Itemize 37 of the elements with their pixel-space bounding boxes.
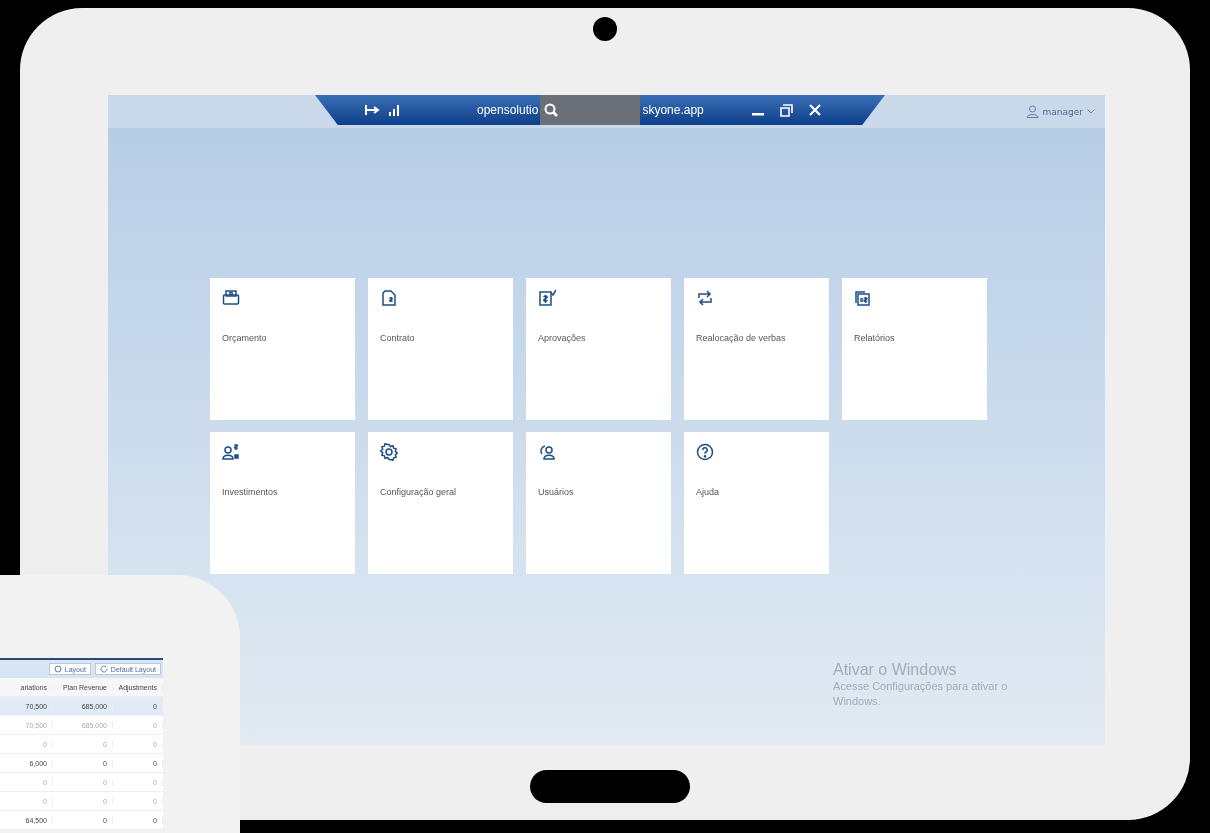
app-tile[interactable]: Relatórios xyxy=(842,278,987,420)
chevron-down-icon xyxy=(1087,109,1095,114)
gear-icon xyxy=(380,443,398,461)
cycle-arrows-icon xyxy=(696,289,714,307)
app-tile[interactable]: Investimentos xyxy=(210,432,355,574)
tile-label: Orçamento xyxy=(222,333,267,343)
zoom-icon[interactable] xyxy=(544,103,559,117)
camera-dot xyxy=(593,17,617,41)
gear-icon xyxy=(53,665,62,673)
window-title: skyone.app xyxy=(642,103,704,117)
tile-label: Aprovações xyxy=(538,333,586,343)
signal-icon xyxy=(389,104,401,116)
pin-icon[interactable] xyxy=(365,105,381,115)
refresh-icon xyxy=(99,665,108,673)
tile-label: Contrato xyxy=(380,333,415,343)
help-icon xyxy=(696,443,714,461)
tile-label: Realocação de verbas xyxy=(696,333,786,343)
app-tile[interactable]: Configuração geral xyxy=(368,432,513,574)
app-tile[interactable]: Orçamento xyxy=(210,278,355,420)
app-tile[interactable]: Aprovações xyxy=(526,278,671,420)
close-icon[interactable] xyxy=(808,104,821,116)
tile-label: Relatórios xyxy=(854,333,895,343)
app-tile[interactable]: Ajuda xyxy=(684,432,829,574)
tile-label: Usuários xyxy=(538,487,574,497)
home-button[interactable] xyxy=(530,770,690,803)
user-menu[interactable]: manager xyxy=(1025,105,1095,118)
activation-title: Ativar o Windows xyxy=(833,661,958,679)
tile-label: Ajuda xyxy=(696,487,720,497)
tile-label: Investimentos xyxy=(222,487,278,497)
app-tile[interactable]: Contrato xyxy=(368,278,513,420)
activation-text: Acesse Configurações para ativar o Windows. xyxy=(833,679,1009,709)
app-tile[interactable]: Realocação de verbas xyxy=(684,278,829,420)
wallet-icon xyxy=(222,289,240,307)
restore-icon[interactable] xyxy=(779,103,793,117)
tile-label: Configuração geral xyxy=(380,487,457,497)
app-tile[interactable]: Usuários xyxy=(526,432,671,574)
window-title: opensolutio xyxy=(477,103,539,117)
